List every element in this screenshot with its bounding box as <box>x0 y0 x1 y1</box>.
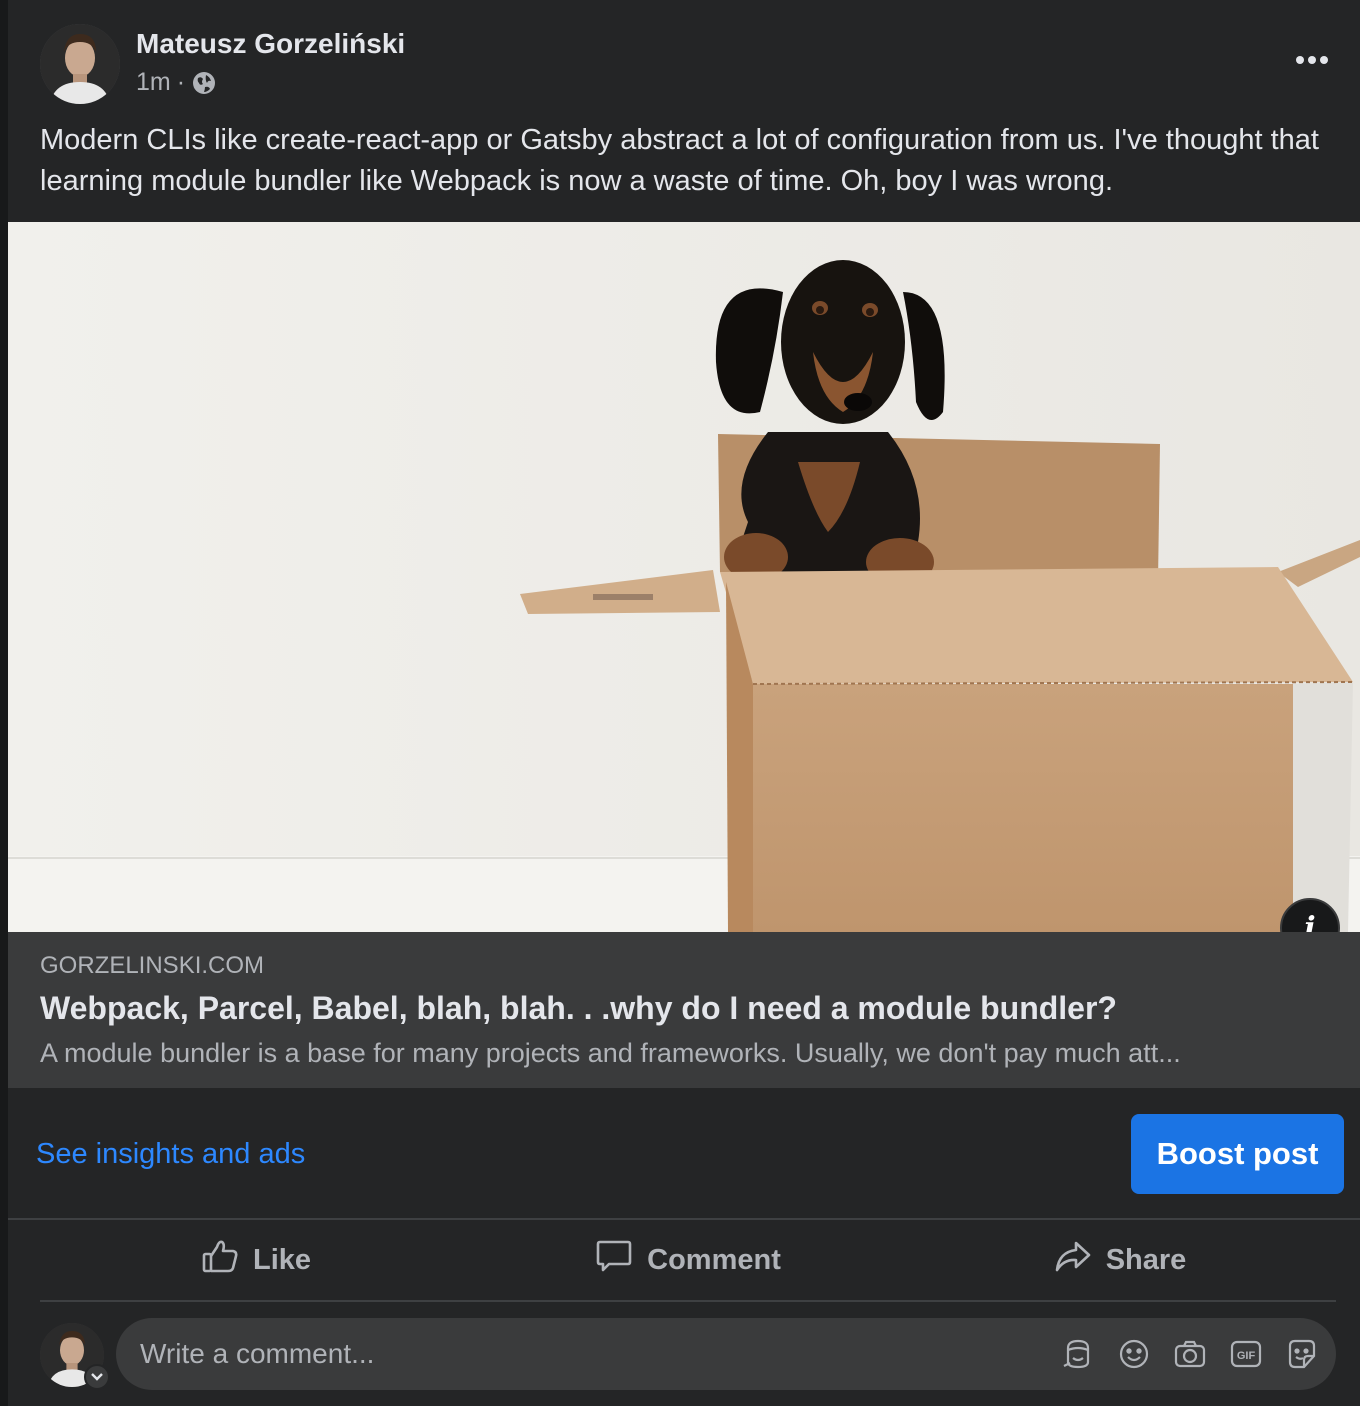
link-preview[interactable]: GORZELINSKI.COM Webpack, Parcel, Babel, … <box>8 932 1360 1088</box>
globe-icon[interactable] <box>191 70 217 96</box>
camera-icon[interactable] <box>1172 1336 1208 1372</box>
divider <box>8 1218 1360 1220</box>
action-bar: Like Comment Share <box>40 1222 1336 1298</box>
link-preview-image[interactable] <box>8 222 1360 932</box>
author-avatar[interactable] <box>40 24 120 104</box>
comment-label: Comment <box>647 1243 781 1276</box>
like-button[interactable]: Like <box>40 1222 472 1298</box>
svg-text:GIF: GIF <box>1237 1350 1256 1362</box>
see-insights-link[interactable]: See insights and ads <box>36 1138 305 1171</box>
share-icon <box>1054 1237 1092 1283</box>
gif-icon[interactable]: GIF <box>1228 1336 1264 1372</box>
post-time[interactable]: 1m <box>136 68 171 97</box>
thumbs-up-icon <box>201 1237 239 1283</box>
comment-tools: GIF <box>1060 1318 1320 1390</box>
sticker-icon[interactable] <box>1284 1336 1320 1372</box>
share-button[interactable]: Share <box>904 1222 1336 1298</box>
post-card: Mateusz Gorzeliński 1m · Modern CLIs lik… <box>8 0 1360 1406</box>
comment-button[interactable]: Comment <box>472 1222 904 1298</box>
emoji-icon[interactable] <box>1116 1336 1152 1372</box>
link-title[interactable]: Webpack, Parcel, Babel, blah, blah. . .w… <box>40 990 1117 1027</box>
author-name[interactable]: Mateusz Gorzeliński <box>136 28 405 60</box>
post-text: Modern CLIs like create-react-app or Gat… <box>40 124 1319 197</box>
post-meta: 1m · <box>136 68 217 97</box>
avatar-sticker-icon[interactable] <box>1060 1336 1096 1372</box>
chevron-down-icon[interactable] <box>84 1364 110 1390</box>
comment-box: GIF <box>116 1318 1336 1390</box>
like-label: Like <box>252 1243 312 1276</box>
comment-input[interactable] <box>140 1318 1020 1390</box>
share-label: Share <box>1105 1243 1187 1276</box>
divider <box>40 1300 1336 1302</box>
post-header: Mateusz Gorzeliński 1m · <box>8 0 1360 120</box>
comment-icon <box>595 1237 633 1283</box>
meta-separator: · <box>176 68 186 96</box>
link-description: A module bundler is a base for many proj… <box>40 1038 1181 1068</box>
boost-post-button[interactable]: Boost post <box>1131 1114 1344 1194</box>
link-domain: GORZELINSKI.COM <box>40 952 265 979</box>
more-options-icon[interactable] <box>1292 42 1332 78</box>
